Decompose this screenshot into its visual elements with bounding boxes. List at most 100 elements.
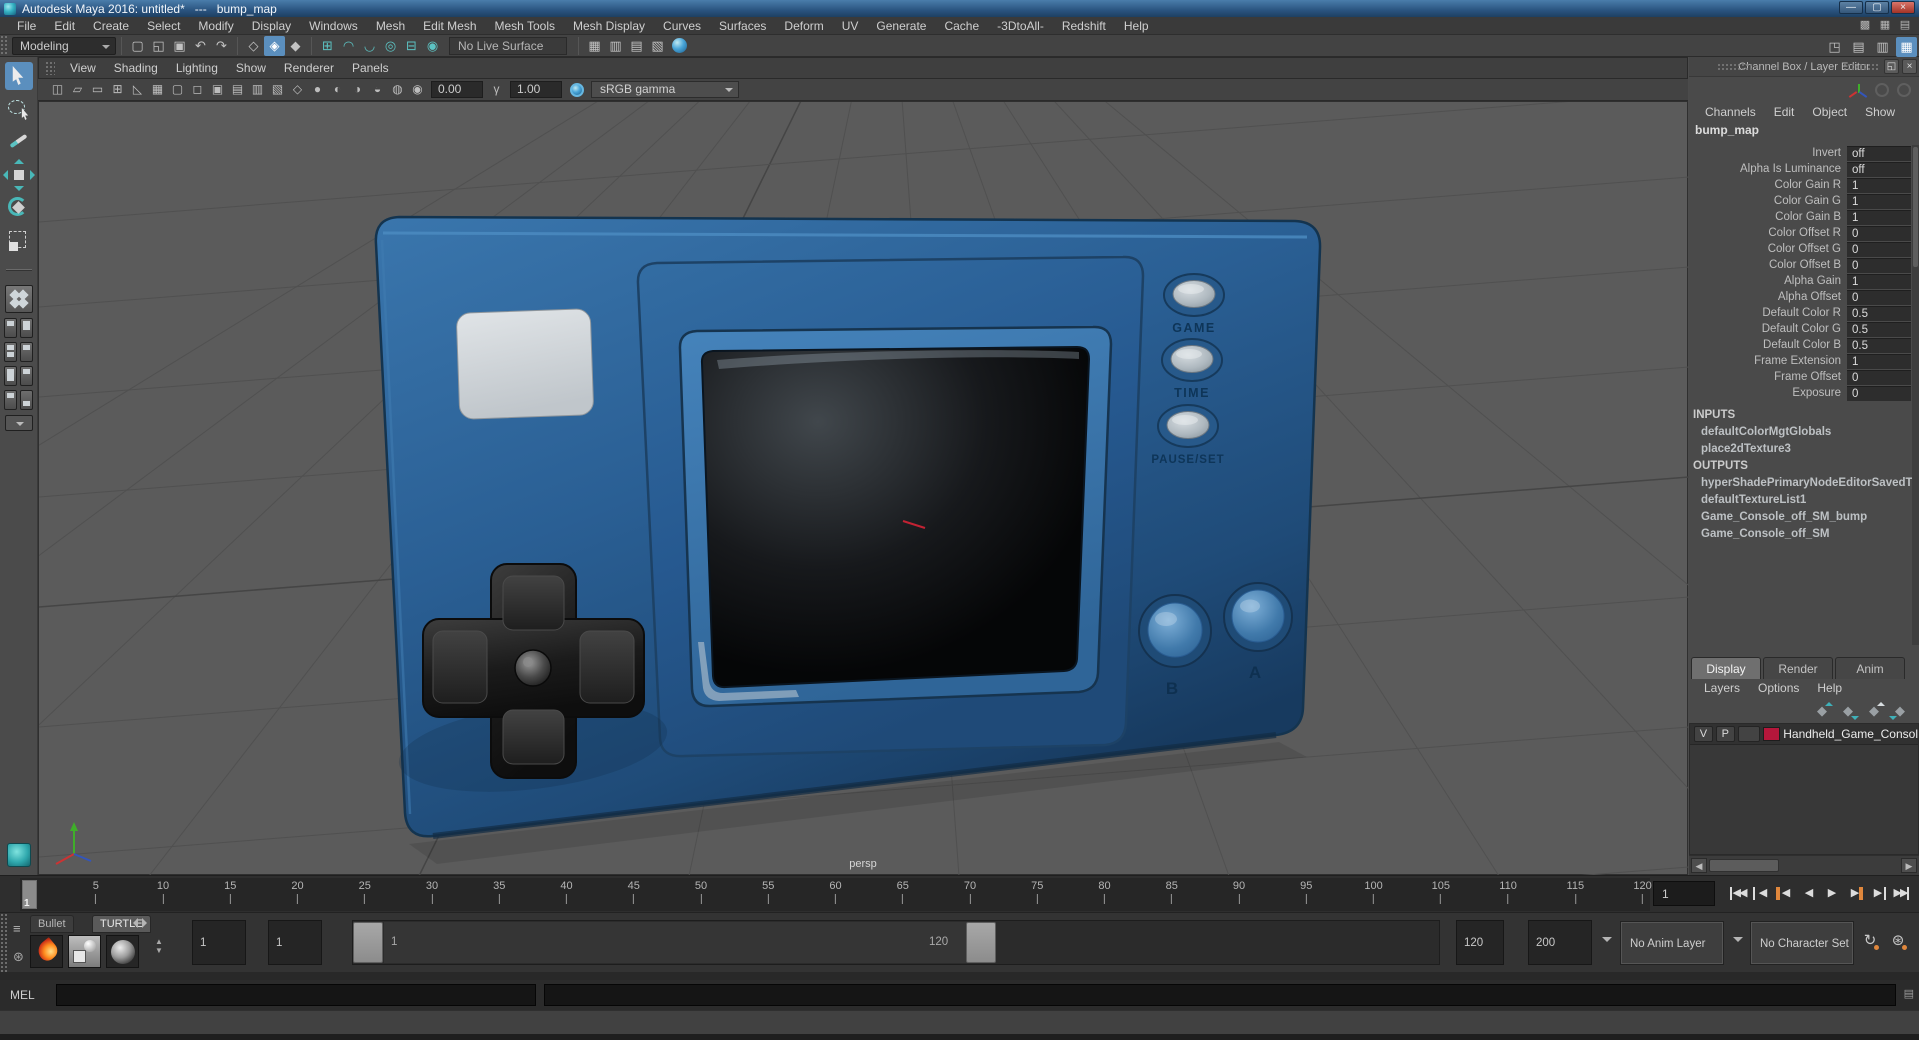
safe-action-icon[interactable]: ▥ [248,80,267,99]
animation-start-field[interactable]: 1 [268,920,322,965]
modeling-toolkit-icon[interactable] [7,843,31,867]
color-management-icon[interactable] [672,38,687,53]
title-bar[interactable]: Autodesk Maya 2016: untitled* --- bump_m… [0,0,1919,17]
menu-item[interactable]: -3DtoAll- [988,17,1053,35]
grid-toggle-icon[interactable]: ▦ [148,80,167,99]
panel-menu-item[interactable]: Renderer [275,59,343,77]
timeline-tick[interactable]: 50 [695,880,707,904]
menu-item[interactable]: Curves [654,17,710,35]
exposure-field[interactable]: 0.00 [431,81,483,98]
command-language-toggle[interactable]: MEL [10,980,35,1010]
wireframe-icon[interactable]: ◇ [288,80,307,99]
camera-name-label[interactable]: persp [39,858,1687,870]
go-to-start-button[interactable]: ◀◀ [1728,880,1750,907]
menu-item[interactable]: Windows [300,17,367,35]
gate-mask-icon[interactable]: ▣ [208,80,227,99]
time-slider-track[interactable]: 1 5 10 15 20 25 30 35 40 45 50 55 60 65 70 75 80 85 90 95 1… [20,878,1652,911]
channel-box-menu-item[interactable]: Object [1804,103,1855,121]
gamma-toggle-icon[interactable]: γ [487,80,506,99]
timeline-tick[interactable]: 55 [762,880,774,904]
timeline-tick[interactable]: 40 [560,880,573,904]
layer-name[interactable]: Handheld_Game_Consol [1783,727,1918,741]
panel-drag-handle[interactable] [1717,63,1753,71]
timeline-tick[interactable]: 25 [359,880,371,904]
timeline-tick[interactable]: 100 [1364,880,1383,904]
attribute-value-field[interactable]: 0 [1847,225,1911,241]
select-by-hierarchy-icon[interactable]: ◇ [243,36,264,56]
attribute-value-field[interactable]: 0 [1847,257,1911,273]
menu-item[interactable]: Generate [867,17,935,35]
restore-button[interactable]: ▢ [1865,1,1889,14]
menu-item[interactable]: Edit Mesh [414,17,485,35]
scrollbar-thumb[interactable] [1709,859,1779,872]
workspace-cube-icon[interactable]: ◳ [1824,37,1845,57]
minimize-button[interactable]: — [1839,1,1863,14]
chevron-down-icon[interactable] [1602,937,1612,947]
timeline-tick[interactable]: 105 [1432,880,1450,904]
shelf-scroll-arrows[interactable]: ▲ ▼ [153,937,165,969]
timeline-tick[interactable]: 60 [829,880,842,904]
layer-editor-tab[interactable]: Render [1763,657,1833,679]
menu-item[interactable]: Display [243,17,300,35]
panel-drag-handle[interactable] [45,61,55,75]
panel-menu-item[interactable]: Shading [105,59,167,77]
menu-item[interactable]: Mesh [367,17,414,35]
view-transform-dropdown[interactable]: sRGB gamma [591,81,739,98]
new-scene-icon[interactable]: ▢ [127,36,148,56]
shelf-item-primitives[interactable] [68,935,101,968]
select-tool-button[interactable] [4,62,33,90]
attribute-value-field[interactable]: off [1847,161,1911,177]
attribute-value-field[interactable]: 1 [1847,193,1911,209]
timeline-tick[interactable]: 5 [93,880,99,904]
range-end-handle[interactable] [966,922,996,963]
channel-box-icon[interactable]: ▦ [1896,37,1917,57]
exposure-toggle-icon[interactable]: ◉ [408,80,427,99]
layer-playback-toggle[interactable]: P [1715,726,1735,742]
timeline-tick[interactable]: 90 [1233,880,1245,904]
field-chart-icon[interactable]: ▤ [228,80,247,99]
timeline-tick[interactable]: 110 [1499,880,1517,904]
select-by-object-icon[interactable]: ◈ [264,35,285,56]
scroll-right-icon[interactable]: ▶ [1901,858,1917,873]
layer-editor-menu-item[interactable]: Layers [1695,679,1749,699]
attribute-value-field[interactable]: off [1847,145,1911,161]
film-gate-icon[interactable]: ▢ [168,80,187,99]
menu-item[interactable]: Cache [935,17,988,35]
scrollbar-thumb[interactable] [1913,147,1918,267]
single-pane-layout-button[interactable] [4,285,33,313]
step-forward-frame-button[interactable]: ▶ [1866,880,1888,907]
menu-item[interactable]: Mesh Tools [486,17,564,35]
layer-editor-tab[interactable]: Display [1691,657,1761,679]
attribute-value-field[interactable]: 1 [1847,177,1911,193]
menu-item[interactable]: Surfaces [710,17,775,35]
attribute-value-field[interactable]: 0.5 [1847,337,1911,353]
save-scene-icon[interactable]: ▣ [169,36,190,56]
menu-icon[interactable]: ≡ [13,921,21,936]
channel-box-menu-item[interactable]: Channels [1697,103,1764,121]
timeline-tick[interactable]: 70 [964,880,976,904]
redo-icon[interactable]: ↷ [211,36,232,56]
panel-layout-icon[interactable]: ▦ [1877,18,1893,33]
gamma-field[interactable]: 1.00 [510,81,562,98]
create-layer-from-selected-icon[interactable]: ◆ [1889,702,1909,720]
resolution-gate-icon[interactable]: ◻ [188,80,207,99]
input-node-item[interactable]: place2dTexture3 [1689,441,1919,458]
menu-item[interactable]: Create [84,17,138,35]
create-empty-layer-icon[interactable]: ◆ [1865,702,1885,720]
current-time-field[interactable]: 1 [1653,881,1715,906]
input-node-item[interactable]: defaultColorMgtGlobals [1689,424,1919,441]
snap-to-view-planes-icon[interactable]: ⊟ [401,36,422,56]
persp-outliner-layout-button[interactable] [20,318,33,338]
speed-fast-icon[interactable] [1897,83,1911,97]
shelf-next-icon[interactable] [142,918,152,928]
command-result-field[interactable] [544,984,1896,1006]
layer-display-type-toggle[interactable] [1737,726,1761,742]
pop-out-icon[interactable]: ◱ [1884,59,1899,74]
anim-layer-selector[interactable]: No Anim Layer [1620,921,1724,965]
timeline-tick[interactable]: 120 [1633,880,1652,904]
playback-end-field[interactable]: 120 [1456,920,1504,965]
output-node-item[interactable]: defaultTextureList1 [1689,492,1919,509]
menu-item[interactable]: Select [138,17,189,35]
attribute-value-field[interactable]: 0 [1847,369,1911,385]
move-tool-button[interactable] [2,159,35,191]
